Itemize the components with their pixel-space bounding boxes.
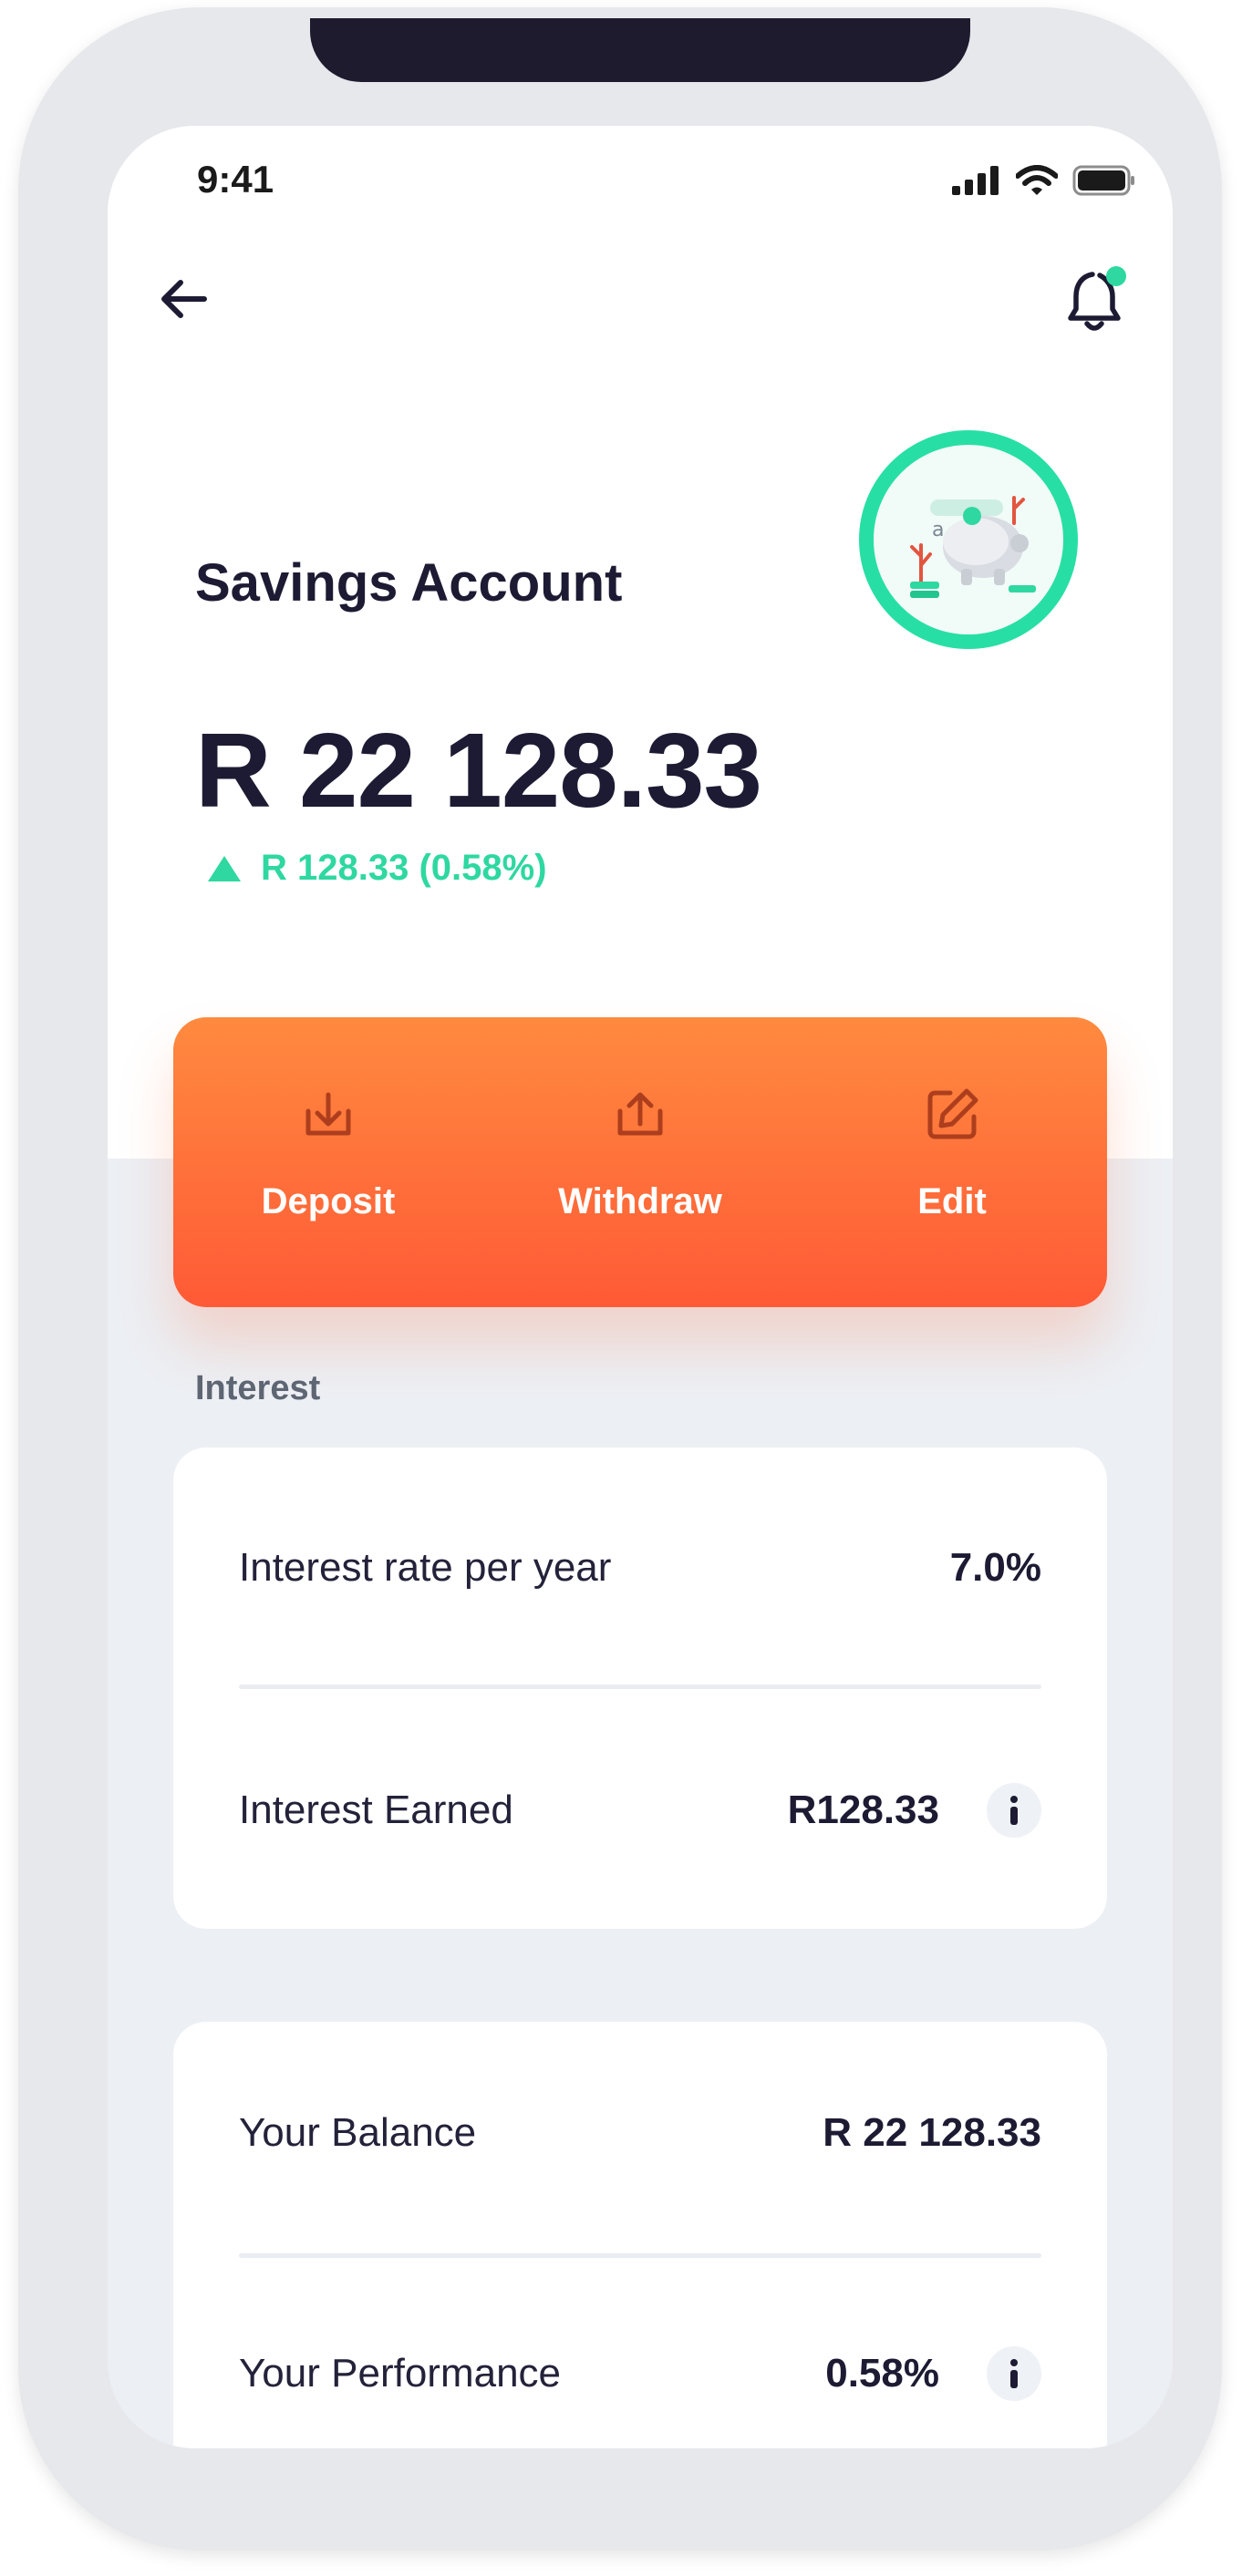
header-panel [108,126,1173,1159]
account-title: Savings Account [195,553,623,613]
edit-icon [927,1088,978,1139]
deposit-icon [305,1092,351,1136]
interest-earned-label: Interest Earned [239,1788,513,1832]
your-performance-value: 0.58% [825,2351,939,2396]
interest-earned-value: R128.33 [787,1788,939,1832]
trend-up-icon [208,855,241,881]
edit-label: Edit [917,1181,987,1221]
phone-frame: 9:41 Savings Account a R 22 128.33 R 128… [18,7,1222,2550]
status-icons [952,164,1136,197]
balance-change-text: R 128.33 (0.58%) [261,848,547,888]
deposit-label: Deposit [261,1181,396,1221]
interest-rate-value: 7.0% [949,1545,1041,1590]
performance-card: Your Balance R 22 128.33 Your Performanc… [173,2022,1107,2448]
interest-divider [239,1685,1041,1689]
piggy-bank-icon: a [910,496,1036,598]
interest-earned-value-group: R128.33 [788,1783,1041,1838]
battery-icon [1072,165,1134,196]
interest-rate-row: Interest rate per year 7.0% [239,1535,1041,1601]
arrow-left-icon [161,280,207,318]
withdraw-button[interactable]: Withdraw [522,1017,759,1307]
your-balance-value: R 22 128.33 [823,2110,1041,2155]
app-screen: 9:41 Savings Account a R 22 128.33 R 128… [108,126,1173,2448]
your-performance-row: Your Performance 0.58% [239,2341,1041,2406]
performance-value-group: 0.58% [825,2346,1041,2401]
action-card: Deposit Withdraw Edit [173,1017,1107,1307]
notifications-button[interactable] [1056,259,1138,341]
piggy-bank-avatar: a [859,430,1078,649]
withdraw-icon [617,1092,663,1136]
deposit-button[interactable]: Deposit [210,1017,447,1307]
interest-info-button[interactable] [987,1783,1041,1838]
bell-icon [1068,266,1126,331]
svg-text:a: a [932,519,944,541]
back-button[interactable] [148,263,221,335]
your-balance-label: Your Balance [239,2110,477,2155]
account-balance: R 22 128.33 [195,711,762,829]
status-time: 9:41 [197,158,274,201]
interest-section-label: Interest [195,1369,321,1407]
edit-button[interactable]: Edit [833,1017,1071,1307]
withdraw-label: Withdraw [558,1181,722,1221]
interest-earned-row: Interest Earned R128.33 [239,1777,1041,1843]
interest-rate-label: Interest rate per year [239,1545,612,1590]
your-performance-label: Your Performance [239,2351,562,2396]
performance-divider [239,2253,1041,2258]
phone-notch [310,18,970,82]
performance-info-button[interactable] [987,2346,1041,2401]
interest-card: Interest rate per year 7.0% Interest Ear… [173,1448,1107,1929]
your-balance-row: Your Balance R 22 128.33 [239,2100,1041,2166]
wifi-icon [1016,165,1058,195]
info-icon [1010,1796,1018,1825]
info-icon [1010,2359,1018,2388]
cellular-signal-icon [952,166,999,195]
balance-change: R 128.33 (0.58%) [206,848,547,889]
